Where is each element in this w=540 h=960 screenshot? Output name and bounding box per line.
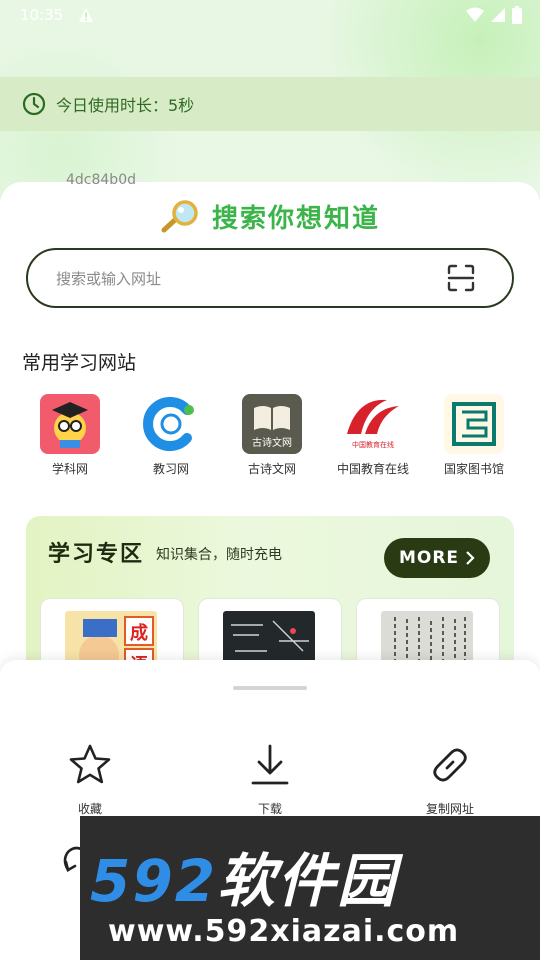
watermark-banner: 592软件园 www.592xiazai.com [80, 816, 540, 960]
site-label: 古诗文网 [247, 462, 296, 476]
status-bar: 10:35 [0, 0, 540, 30]
search-heading: 搜索你想知道 [0, 198, 540, 241]
seal-icon [444, 394, 504, 454]
watermark-url: www.592xiazai.com [108, 914, 460, 949]
study-zone-subtitle: 知识集合，随时充电 [156, 547, 282, 563]
status-time: 10:35 [20, 6, 64, 24]
star-icon [69, 744, 111, 784]
site-china-education[interactable]: 中国教育在线 中国教育在线 [325, 394, 421, 477]
site-jiaoxiwang[interactable]: 教习网 [123, 394, 219, 477]
site-xuekewang[interactable]: 学科网 [22, 394, 118, 477]
site-national-library[interactable]: 国家图书馆 [426, 394, 522, 477]
watermark-brand: 592软件园 [90, 834, 397, 918]
book-icon-text: 古诗文网 [252, 436, 292, 449]
download-icon [251, 744, 289, 785]
site-label: 教习网 [152, 462, 189, 476]
book-icon: 古诗文网 [242, 394, 302, 454]
watermark-brand-number: 592 [90, 847, 218, 915]
search-placeholder: 搜索或输入网址 [56, 269, 162, 288]
signal-icon [491, 8, 505, 22]
copy-url-button[interactable]: 复制网址 [390, 742, 510, 817]
download-label: 下载 [257, 802, 282, 816]
copy-url-label: 复制网址 [425, 802, 474, 816]
battery-icon [512, 6, 522, 24]
site-gushiwenwang[interactable]: 古诗文网 古诗文网 [224, 394, 320, 477]
more-button-label: MORE [398, 548, 460, 568]
warning-icon [79, 8, 93, 22]
search-title-text: 搜索你想知道 [211, 204, 380, 234]
favorite-button[interactable]: 收藏 [30, 742, 150, 817]
usage-time-bar: 今日使用时长：5秒 [0, 77, 540, 131]
red-logo-icon: 中国教育在线 [343, 394, 403, 454]
study-zone-title: 学习专区 [48, 542, 145, 567]
site-label: 学科网 [51, 462, 88, 476]
usage-text: 今日使用时长：5秒 [56, 96, 195, 115]
scan-icon[interactable] [446, 263, 476, 293]
download-button[interactable]: 下载 [210, 742, 330, 817]
cartoon-scholar-icon [40, 394, 100, 454]
common-sites-title: 常用学习网站 [22, 352, 137, 374]
search-input[interactable]: 搜索或输入网址 [26, 248, 514, 308]
wifi-icon [466, 7, 484, 22]
blue-letter-c-icon [141, 394, 201, 454]
favorite-label: 收藏 [77, 802, 102, 816]
study-zone: 学习专区 知识集合，随时充电 MORE 成 语 [26, 516, 514, 676]
more-button[interactable]: MORE [384, 538, 490, 578]
chevron-right-icon [466, 551, 475, 565]
site-label: 中国教育在线 [336, 462, 409, 476]
common-sites-list: 学科网 教习网 古诗文网 古诗文网 中国教育在线 中国教育在线 国家图书馆 [22, 394, 522, 477]
link-icon [433, 748, 467, 782]
sheet-drag-handle[interactable] [233, 686, 307, 690]
red-logo-text: 中国教育在线 [352, 440, 394, 449]
idiom-char-1: 成 [130, 622, 148, 644]
watermark-brand-name: 软件园 [217, 847, 398, 915]
site-label: 国家图书馆 [443, 462, 504, 476]
clock-icon [22, 92, 46, 116]
status-indicators [466, 6, 522, 24]
magnifier-icon [161, 199, 198, 232]
debug-hash: 4dc84b0d [66, 172, 136, 188]
